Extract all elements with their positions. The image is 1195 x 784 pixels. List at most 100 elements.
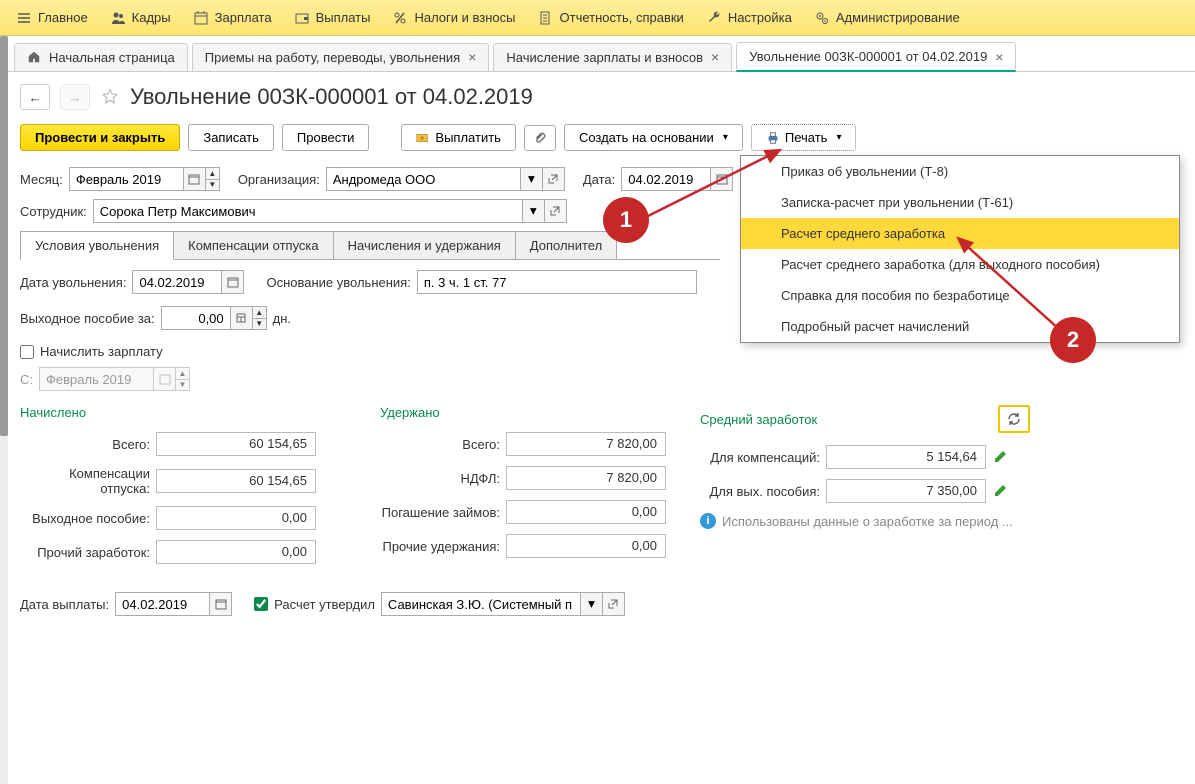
calendar-button[interactable]: [184, 167, 206, 191]
calendar-button[interactable]: [210, 592, 232, 616]
wallet-icon: [294, 10, 310, 26]
pencil-icon[interactable]: [992, 449, 1008, 465]
month-spinner[interactable]: ▲▼: [206, 167, 220, 191]
subtab-dopolnit[interactable]: Дополнител: [515, 231, 617, 259]
sredniy-komp: 5 154,64: [826, 445, 986, 469]
calendar-button[interactable]: [711, 167, 733, 191]
percent-icon: [392, 10, 408, 26]
calendar-button[interactable]: [222, 270, 244, 294]
people-icon: [110, 10, 126, 26]
nachisleno-proch: 0,00: [156, 540, 316, 564]
subtab-nachisleniya[interactable]: Начисления и удержания: [333, 231, 516, 259]
print-item-t61[interactable]: Записка-расчет при увольнении (Т-61): [741, 187, 1179, 218]
menu-kadry[interactable]: Кадры: [100, 6, 181, 30]
attach-button[interactable]: [524, 125, 556, 151]
title-bar: ← → Увольнение 00ЗК-000001 от 04.02.2019: [0, 72, 1195, 120]
menu-hamburger[interactable]: Главное: [6, 6, 98, 30]
paydate-input[interactable]: [115, 592, 210, 616]
print-item-raschet[interactable]: Расчет среднего заработка: [741, 218, 1179, 249]
calendar-icon: [716, 173, 728, 185]
basis-input[interactable]: [417, 270, 697, 294]
severance-label: Выходное пособие за:: [20, 311, 155, 326]
basis-label: Основание увольнения:: [266, 275, 410, 290]
month-label: Месяц:: [20, 172, 63, 187]
menu-admin[interactable]: Администрирование: [804, 6, 970, 30]
date-input[interactable]: [621, 167, 711, 191]
severance-input[interactable]: [161, 306, 231, 330]
provesti-button[interactable]: Провести: [282, 124, 370, 151]
nachisleno-vyh: 0,00: [156, 506, 316, 530]
zapisat-button[interactable]: Записать: [188, 124, 274, 151]
sredniy-vyh: 7 350,00: [826, 479, 986, 503]
provesti-zakryt-button[interactable]: Провести и закрыть: [20, 124, 180, 151]
print-item-podrob[interactable]: Подробный расчет начислений: [741, 311, 1179, 342]
dropdown-button[interactable]: ▾: [521, 167, 543, 191]
open-button[interactable]: [603, 592, 625, 616]
tab-nachislenie[interactable]: Начисление зарплаты и взносов ×: [493, 43, 732, 71]
approved-input[interactable]: [381, 592, 581, 616]
accrue-salary-checkbox[interactable]: Начислить зарплату: [20, 344, 163, 359]
annotation-2: 2: [1050, 317, 1096, 363]
col2-head: Удержано: [380, 405, 670, 420]
dropdown-button[interactable]: ▾: [523, 199, 545, 223]
month-input[interactable]: [69, 167, 184, 191]
col3-head: Средний заработок: [700, 412, 817, 427]
s-input: [39, 367, 154, 391]
menu-otchetnost[interactable]: Отчетность, справки: [528, 6, 694, 30]
sozdat-na-osnovanii-button[interactable]: Создать на основании: [564, 124, 743, 151]
open-button[interactable]: [543, 167, 565, 191]
tab-priemy[interactable]: Приемы на работу, переводы, увольнения ×: [192, 43, 490, 71]
page-title: Увольнение 00ЗК-000001 от 04.02.2019: [130, 84, 533, 110]
employee-label: Сотрудник:: [20, 204, 87, 219]
calendar-button: [154, 367, 176, 391]
subtab-kompensacii[interactable]: Компенсации отпуска: [173, 231, 334, 259]
info-icon: i: [700, 513, 716, 529]
print-item-spravka[interactable]: Справка для пособия по безработице: [741, 280, 1179, 311]
left-scrollbar[interactable]: [0, 36, 8, 784]
menu-nalogi[interactable]: Налоги и взносы: [382, 6, 525, 30]
calendar-icon: [193, 10, 209, 26]
subtab-usloviya[interactable]: Условия увольнения: [20, 231, 174, 260]
dismiss-date-input[interactable]: [132, 270, 222, 294]
org-label: Организация:: [238, 172, 320, 187]
refresh-button[interactable]: [998, 405, 1030, 433]
tab-home[interactable]: Начальная страница: [14, 43, 188, 71]
pechat-button[interactable]: Печать: [751, 124, 857, 151]
nav-back-button[interactable]: ←: [20, 84, 50, 110]
open-icon: [608, 599, 618, 609]
vyplatit-button[interactable]: Выплатить: [401, 124, 516, 151]
nachisleno-total: 60 154,65: [156, 432, 316, 456]
scrollbar-thumb[interactable]: [0, 36, 8, 436]
open-button[interactable]: [545, 199, 567, 223]
annotation-1: 1: [603, 197, 649, 243]
approved-checkbox[interactable]: Расчет утвердил: [254, 597, 375, 612]
nachisleno-komp: 60 154,65: [156, 469, 316, 493]
uderzhano-ndfl: 7 820,00: [506, 466, 666, 490]
severance-unit: дн.: [273, 311, 291, 326]
calculator-icon: [236, 313, 246, 323]
date-label: Дата:: [583, 172, 615, 187]
close-icon[interactable]: ×: [711, 50, 719, 64]
org-input[interactable]: [326, 167, 521, 191]
severance-spinner[interactable]: ▲▼: [253, 306, 267, 330]
close-icon[interactable]: ×: [468, 50, 476, 64]
print-item-t8[interactable]: Приказ об увольнении (Т-8): [741, 156, 1179, 187]
menu-vyplaty[interactable]: Выплаты: [284, 6, 381, 30]
s-spinner: ▲▼: [176, 367, 190, 391]
gears-icon: [814, 10, 830, 26]
menu-nastroika[interactable]: Настройка: [696, 6, 802, 30]
close-icon[interactable]: ×: [995, 50, 1003, 64]
report-icon: [538, 10, 554, 26]
employee-input[interactable]: [93, 199, 523, 223]
paperclip-icon: [533, 131, 547, 145]
print-item-raschet-vyh[interactable]: Расчет среднего заработка (для выходного…: [741, 249, 1179, 280]
calendar-icon: [227, 276, 239, 288]
col1-head: Начислено: [20, 405, 350, 420]
print-menu: Приказ об увольнении (Т-8) Записка-расче…: [740, 155, 1180, 343]
dropdown-button[interactable]: ▾: [581, 592, 603, 616]
tab-uvolnenie[interactable]: Увольнение 00ЗК-000001 от 04.02.2019 ×: [736, 42, 1016, 72]
menu-zarplata[interactable]: Зарплата: [183, 6, 282, 30]
pencil-icon[interactable]: [992, 483, 1008, 499]
favorite-star-icon[interactable]: [100, 87, 120, 107]
calculator-button[interactable]: [231, 306, 253, 330]
